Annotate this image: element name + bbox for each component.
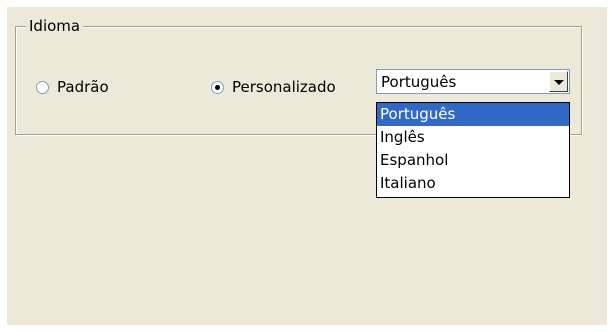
- language-select[interactable]: Português: [376, 69, 570, 94]
- radio-custom[interactable]: Personalizado: [211, 78, 336, 96]
- radio-custom-label: Personalizado: [232, 78, 336, 96]
- language-select-value: Português: [381, 73, 457, 91]
- language-dropdown-list: Português Inglês Espanhol Italiano: [376, 102, 570, 198]
- dropdown-option-ingles[interactable]: Inglês: [377, 126, 569, 149]
- language-group-title: Idioma: [26, 17, 84, 35]
- dropdown-option-portugues[interactable]: Português: [377, 103, 569, 126]
- radio-custom-circle[interactable]: [211, 80, 224, 94]
- radio-default-label: Padrão: [57, 78, 109, 96]
- dropdown-option-espanhol[interactable]: Espanhol: [377, 149, 569, 172]
- radio-default[interactable]: Padrão: [36, 78, 109, 96]
- dropdown-option-italiano[interactable]: Italiano: [377, 172, 569, 195]
- dropdown-button[interactable]: [549, 71, 568, 92]
- radio-default-circle[interactable]: [36, 80, 49, 94]
- chevron-down-icon: [553, 79, 564, 85]
